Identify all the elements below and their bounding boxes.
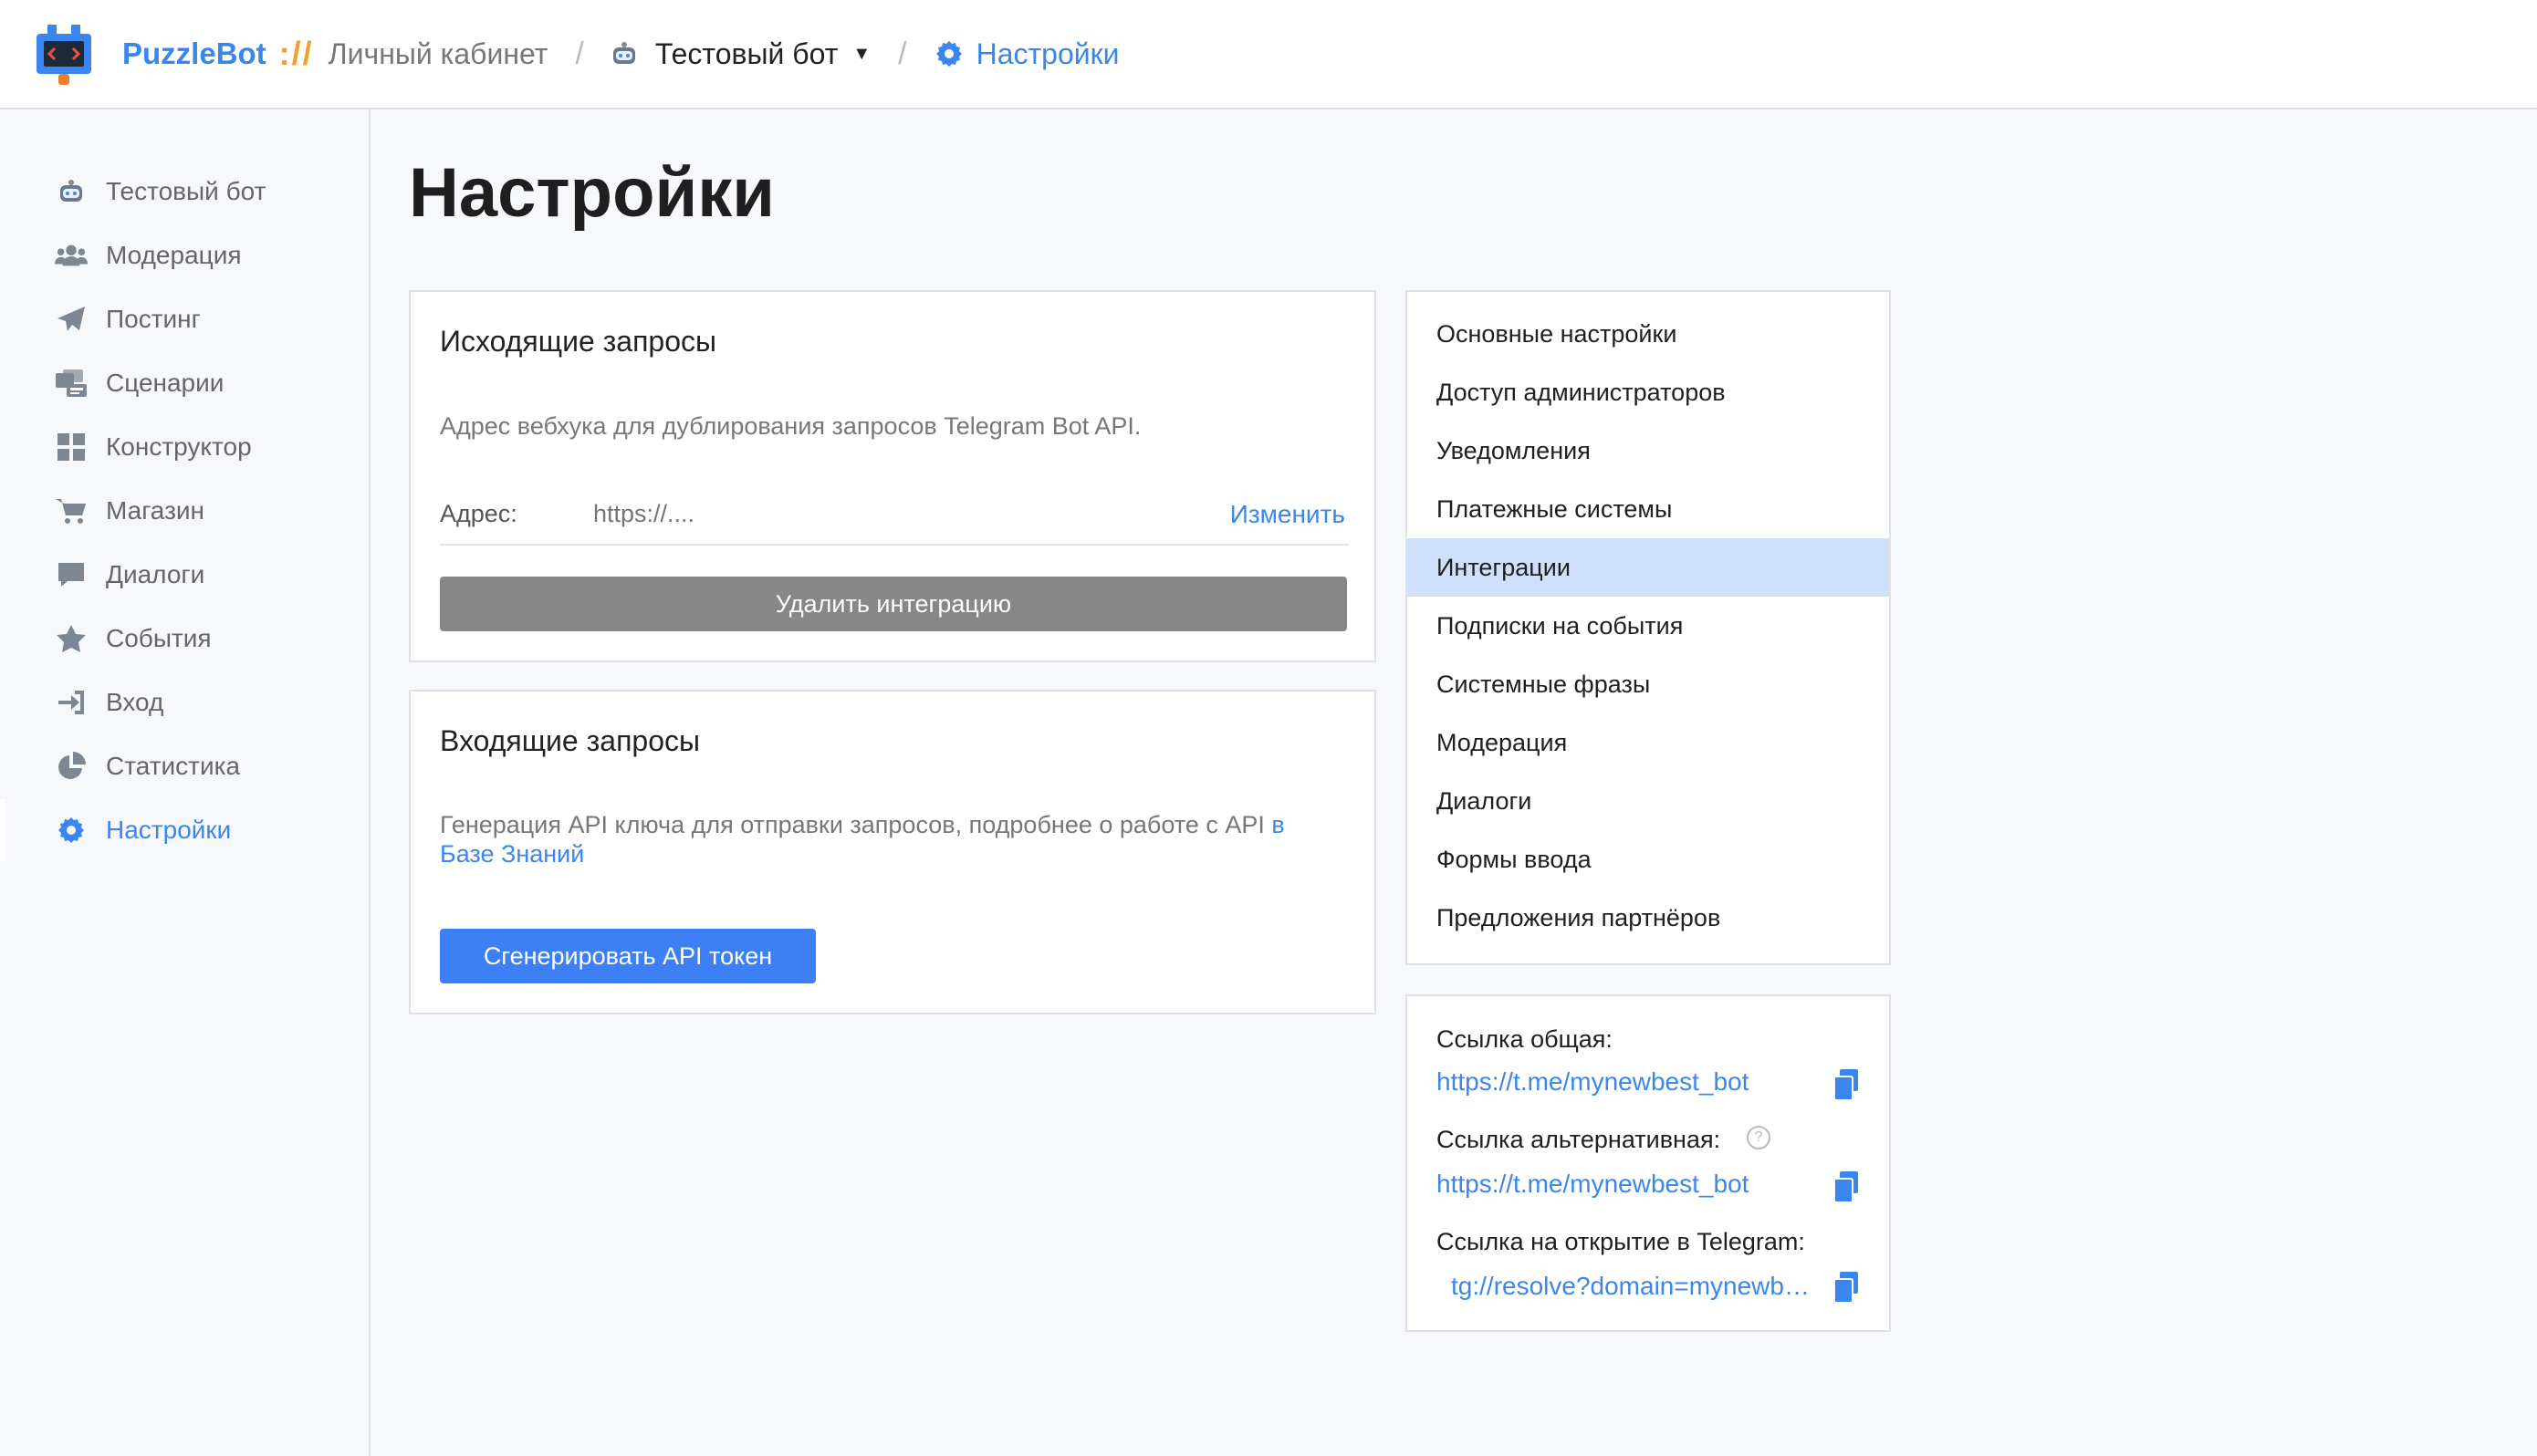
breadcrumb-settings-label: Настройки <box>976 36 1120 70</box>
alt-link-label: Ссылка альтернативная: <box>1436 1126 1721 1153</box>
brand-name[interactable]: PuzzleBot <box>122 36 266 71</box>
telegram-link-url[interactable]: tg://resolve?domain=mynewbest_bot <box>1451 1272 1822 1301</box>
sidebar-item-label: Модерация <box>106 241 242 269</box>
sidebar-item-label: Сценарии <box>106 369 224 397</box>
cart-icon <box>55 494 88 527</box>
sidebar-item-test-bot[interactable]: Тестовый бот <box>0 164 369 219</box>
address-label: Адрес: <box>440 500 517 527</box>
card-title: Исходящие запросы <box>440 325 717 358</box>
sidebar-item-label: События <box>106 624 212 652</box>
webhook-address-input[interactable] <box>591 496 1143 531</box>
settings-menu-item[interactable]: Диалоги <box>1407 772 1889 830</box>
sidebar-item-shop[interactable]: Магазин <box>0 484 369 538</box>
general-link-label: Ссылка общая: <box>1436 1025 1613 1053</box>
brand-separator: :// <box>278 35 314 72</box>
settings-menu-item[interactable]: Уведомления <box>1407 421 1889 480</box>
bot-links-card: Ссылка общая: https://t.me/mynewbest_bot… <box>1405 994 1891 1332</box>
settings-menu-item[interactable]: Основные настройки <box>1407 305 1889 363</box>
breadcrumb-divider: / <box>898 36 907 71</box>
sidebar-item-posting[interactable]: Постинг <box>0 292 369 347</box>
sidebar: Тестовый бот Модерация Постинг Сценарии … <box>0 109 371 1456</box>
top-bar: PuzzleBot :// Личный кабинет / Тестовый … <box>0 0 2537 109</box>
settings-menu: Основные настройки Доступ администраторо… <box>1405 290 1891 965</box>
sidebar-item-login[interactable]: Вход <box>0 675 369 730</box>
sidebar-item-statistics[interactable]: Статистика <box>0 739 369 794</box>
star-icon <box>55 622 88 655</box>
generate-api-token-button[interactable]: Сгенерировать API токен <box>440 929 816 983</box>
scenarios-icon <box>55 367 88 400</box>
telegram-link-label: Ссылка на открытие в Telegram: <box>1436 1228 1805 1255</box>
grid-icon <box>55 431 88 463</box>
api-description: Генерация API ключа для отправки запросо… <box>440 810 1352 868</box>
sidebar-item-moderation[interactable]: Модерация <box>0 228 369 283</box>
change-address-link[interactable]: Изменить <box>1230 500 1345 529</box>
sidebar-item-dialogs[interactable]: Диалоги <box>0 547 369 602</box>
card-title: Входящие запросы <box>440 724 700 757</box>
sidebar-item-scenarios[interactable]: Сценарии <box>0 356 369 411</box>
settings-menu-item[interactable]: Платежные системы <box>1407 480 1889 538</box>
breadcrumb-bot-name: Тестовый бот <box>654 36 839 70</box>
webhook-description: Адрес вебхука для дублирования запросов … <box>440 412 1142 440</box>
copy-icon[interactable] <box>1832 1272 1860 1303</box>
chevron-down-icon: ▼ <box>852 43 872 64</box>
breadcrumb-cabinet[interactable]: Личный кабинет <box>329 37 548 71</box>
copy-icon[interactable] <box>1832 1171 1860 1202</box>
sidebar-item-label: Вход <box>106 688 164 716</box>
sidebar-item-label: Настройки <box>106 816 232 844</box>
settings-menu-item[interactable]: Модерация <box>1407 713 1889 772</box>
knowledge-base-link[interactable]: в <box>1271 811 1284 838</box>
sidebar-item-constructor[interactable]: Конструктор <box>0 420 369 474</box>
paper-plane-icon <box>55 303 88 336</box>
settings-menu-item-integrations[interactable]: Интеграции <box>1407 538 1889 597</box>
address-divider <box>440 544 1349 546</box>
gear-icon <box>935 41 962 67</box>
incoming-requests-card: Входящие запросы Генерация API ключа для… <box>409 690 1376 1014</box>
gear-icon <box>55 814 88 847</box>
settings-menu-item[interactable]: Доступ администраторов <box>1407 363 1889 421</box>
breadcrumb-settings[interactable]: Настройки <box>934 37 1120 71</box>
sidebar-item-label: Магазин <box>106 496 205 525</box>
sidebar-item-label: Диалоги <box>106 560 205 588</box>
alt-link-url[interactable]: https://t.me/mynewbest_bot <box>1436 1170 1820 1199</box>
chat-icon <box>55 558 88 591</box>
settings-menu-item[interactable]: Формы ввода <box>1407 830 1889 889</box>
sidebar-item-settings[interactable]: Настройки <box>0 799 369 861</box>
pie-chart-icon <box>55 750 88 783</box>
delete-integration-button[interactable]: Удалить интеграцию <box>440 577 1347 631</box>
outgoing-requests-card: Исходящие запросы Адрес вебхука для дубл… <box>409 290 1376 662</box>
sidebar-item-label: Тестовый бот <box>106 177 266 205</box>
puzzlebot-logo-icon[interactable] <box>35 21 93 87</box>
settings-menu-item[interactable]: Системные фразы <box>1407 655 1889 713</box>
page-title: Настройки <box>409 154 775 232</box>
help-icon[interactable]: ? <box>1747 1126 1770 1149</box>
knowledge-base-link[interactable]: Базе Знаний <box>440 840 584 868</box>
breadcrumb-bot-selector[interactable]: Тестовый бот ▼ <box>611 37 871 71</box>
api-description-text: Генерация API ключа для отправки запросо… <box>440 811 1272 838</box>
sidebar-item-events[interactable]: События <box>0 611 369 666</box>
breadcrumb-divider: / <box>575 36 584 71</box>
bot-icon <box>611 42 637 66</box>
sidebar-item-label: Конструктор <box>106 432 252 461</box>
sidebar-item-label: Постинг <box>106 305 201 333</box>
copy-icon[interactable] <box>1832 1069 1860 1100</box>
settings-menu-item[interactable]: Предложения партнёров <box>1407 889 1889 947</box>
users-icon <box>55 239 88 272</box>
bot-icon <box>55 175 88 208</box>
sidebar-item-label: Статистика <box>106 752 241 780</box>
settings-menu-item[interactable]: Подписки на события <box>1407 597 1889 655</box>
sign-in-icon <box>55 686 88 719</box>
general-link-url[interactable]: https://t.me/mynewbest_bot <box>1436 1067 1820 1097</box>
